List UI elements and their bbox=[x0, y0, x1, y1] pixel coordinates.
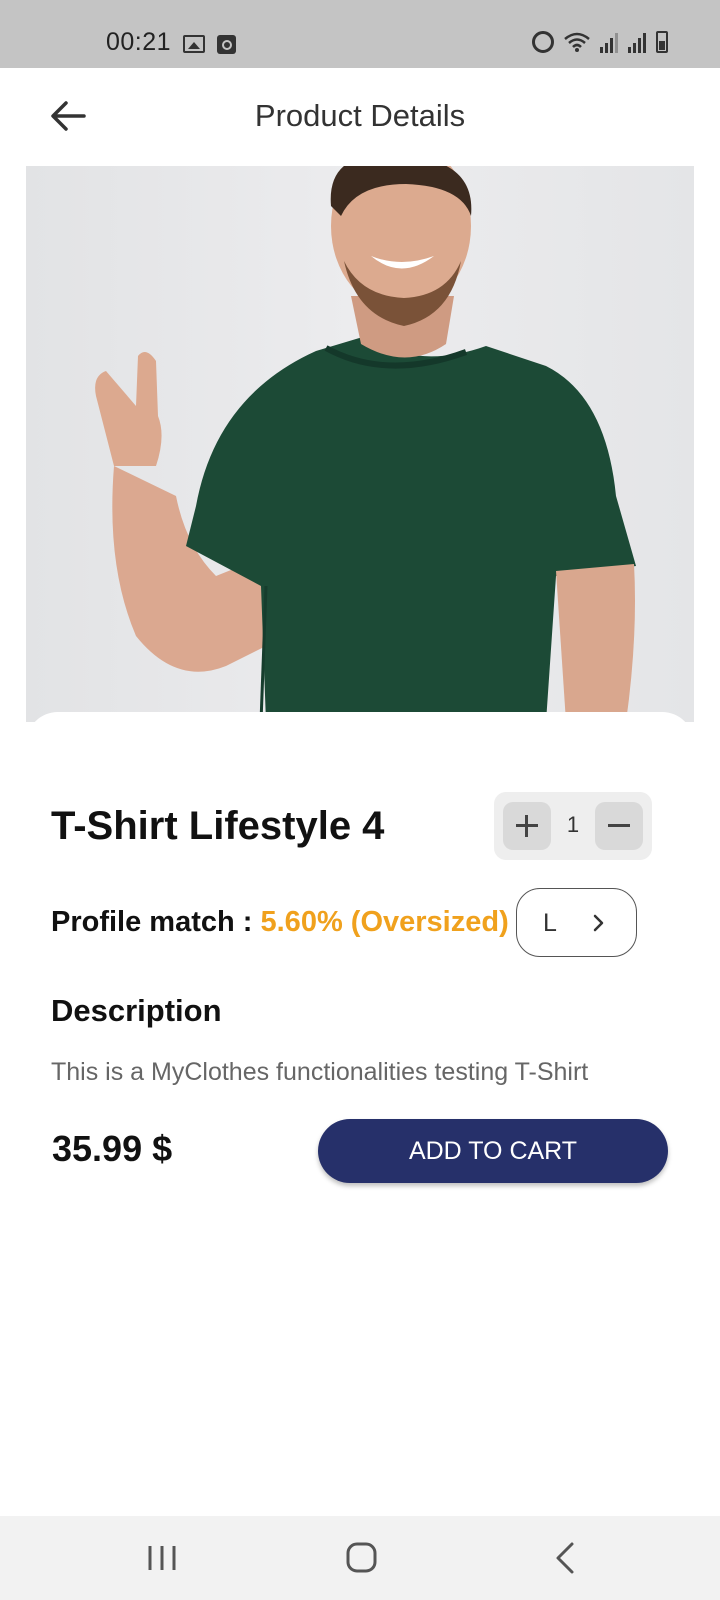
quantity-stepper: 1 bbox=[494, 792, 652, 860]
size-selector[interactable]: L bbox=[516, 888, 637, 957]
price: 35.99 $ bbox=[52, 1128, 173, 1169]
profile-match: Profile match : 5.60% (Oversized) bbox=[51, 906, 509, 939]
app-bar: Product Details bbox=[0, 68, 720, 164]
system-status-icons bbox=[532, 31, 668, 53]
recents-icon[interactable] bbox=[136, 1534, 188, 1582]
profile-match-value: 5.60% (Oversized) bbox=[260, 906, 509, 938]
product-image bbox=[26, 166, 694, 722]
page-title: Product Details bbox=[254, 98, 466, 133]
wifi-icon bbox=[564, 32, 590, 52]
signal-icon bbox=[600, 31, 618, 53]
status-bar: 00:21 bbox=[0, 0, 720, 68]
gallery-icon bbox=[183, 35, 205, 53]
signal-icon bbox=[628, 31, 646, 53]
back-icon[interactable] bbox=[540, 1534, 592, 1582]
alarm-icon bbox=[532, 31, 554, 53]
home-icon[interactable] bbox=[336, 1534, 388, 1582]
chevron-right-icon bbox=[593, 914, 604, 932]
description-text: This is a MyClothes functionalities test… bbox=[51, 1058, 589, 1086]
clock-app-icon bbox=[217, 35, 236, 54]
system-nav-bar bbox=[0, 1516, 720, 1600]
add-to-cart-button[interactable]: ADD TO CART bbox=[318, 1119, 668, 1183]
description-heading: Description bbox=[51, 993, 222, 1028]
size-value: L bbox=[543, 909, 557, 937]
profile-match-label: Profile match : bbox=[51, 906, 261, 938]
product-photo bbox=[26, 166, 694, 722]
status-time: 00:21 bbox=[106, 28, 172, 56]
product-name: T-Shirt Lifestyle 4 bbox=[51, 804, 385, 848]
battery-icon bbox=[656, 31, 668, 53]
decrease-quantity-button[interactable] bbox=[595, 802, 643, 850]
